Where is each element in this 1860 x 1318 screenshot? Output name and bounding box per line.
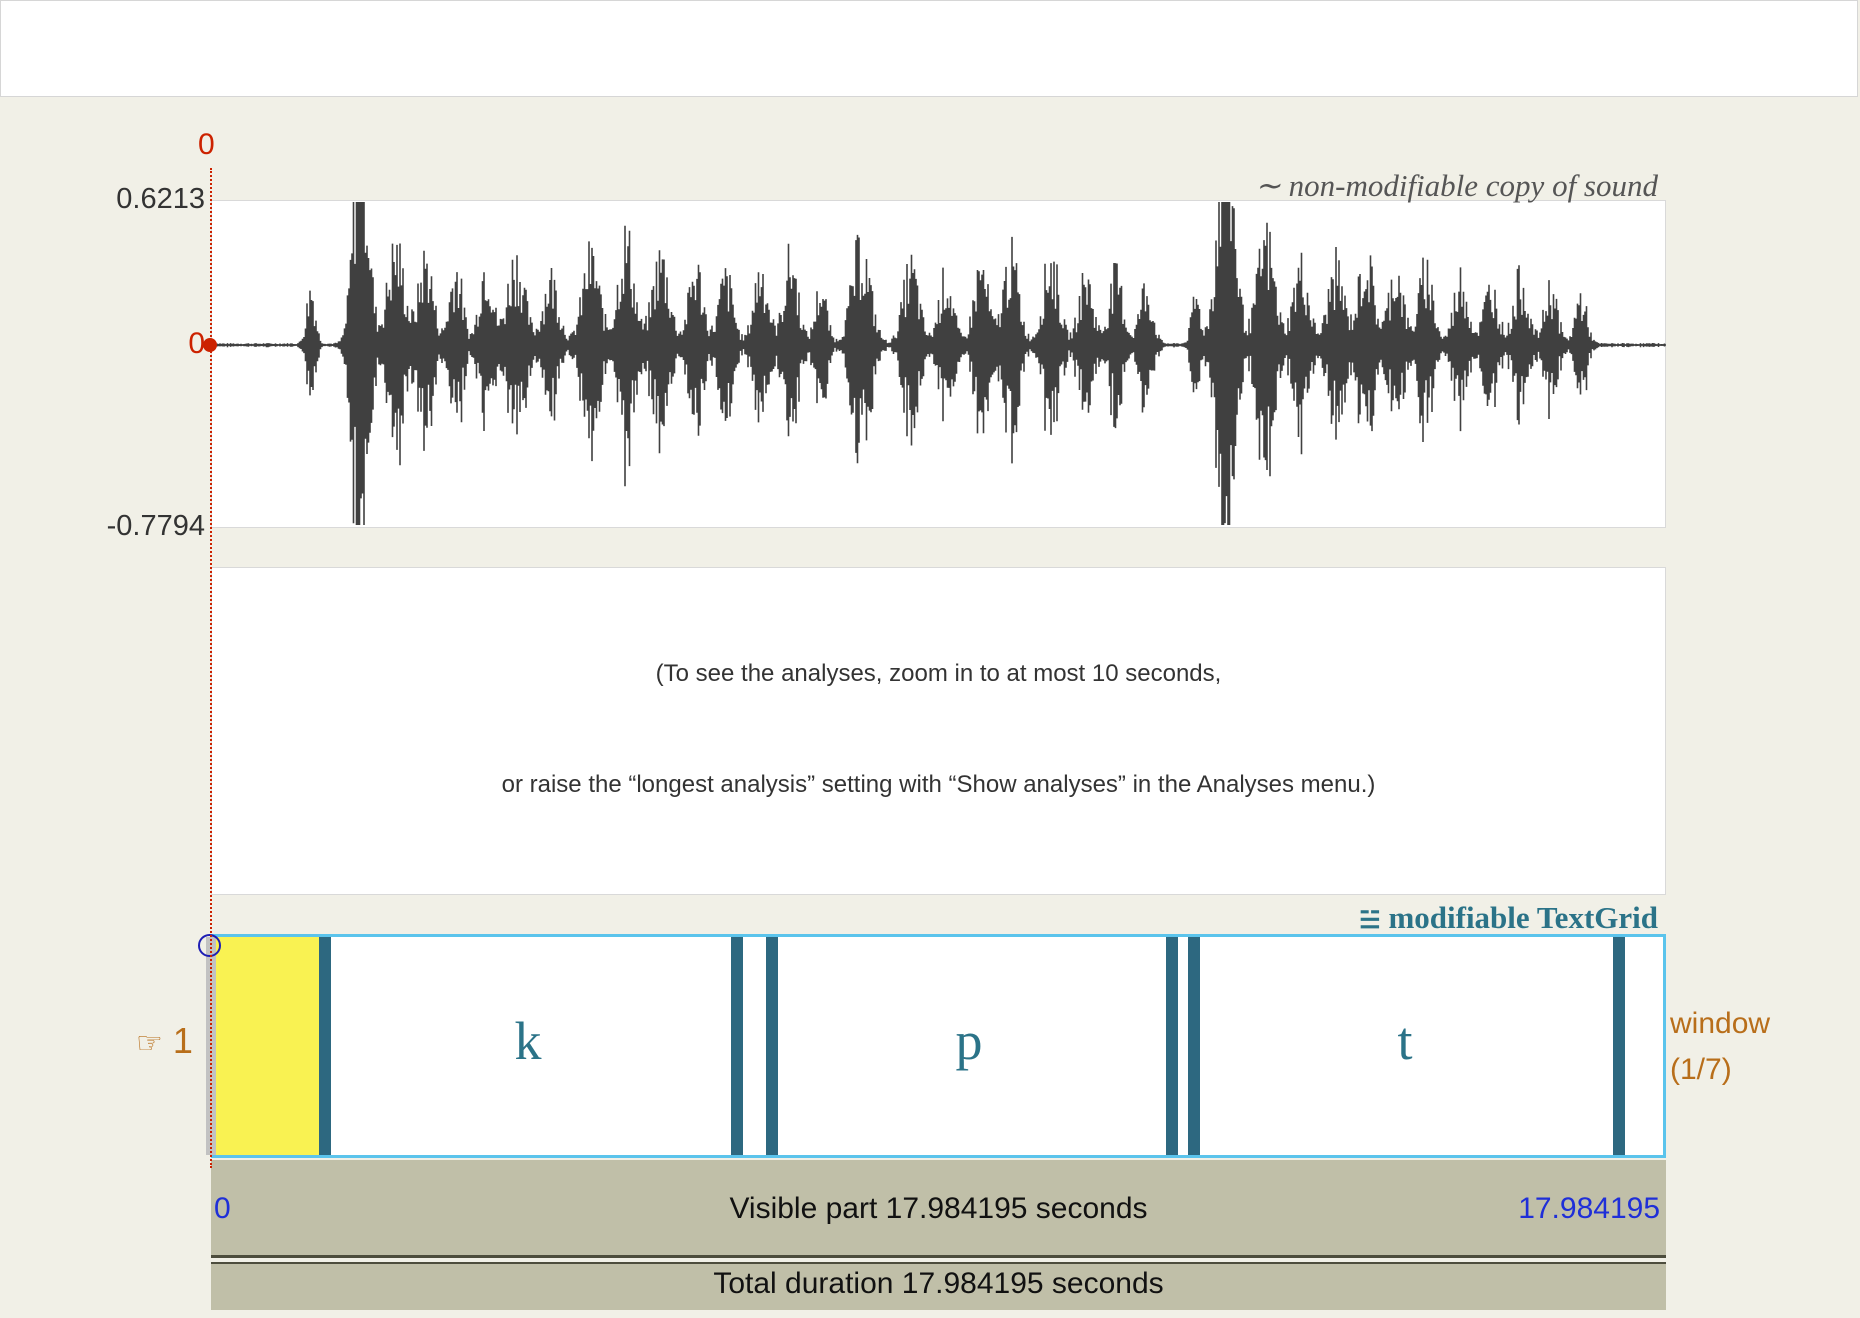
total-duration-label: Total duration 17.984195 seconds	[713, 1267, 1164, 1300]
interval-label-p[interactable]: p	[929, 1010, 1009, 1072]
tier-number-text: 1	[172, 1020, 193, 1061]
interval-boundary[interactable]	[766, 937, 778, 1155]
textgrid-lines-icon: ☱	[1359, 908, 1381, 934]
textgrid-title-text: modifiable TextGrid	[1388, 900, 1658, 935]
visible-part-label: Visible part 17.984195 seconds	[729, 1192, 1148, 1225]
amplitude-max-label: 0.6213	[116, 183, 205, 215]
waveform-trace	[211, 202, 1666, 525]
analysis-message-line1: (To see the analyses, zoom in to at most…	[655, 660, 1222, 687]
tier-name: window (1/7)	[1670, 1001, 1770, 1093]
interval-boundary[interactable]	[1166, 937, 1178, 1155]
tilde-icon: ∼	[1254, 168, 1281, 203]
pointing-hand-icon: ☞	[136, 1027, 163, 1060]
interval-label-k[interactable]: k	[488, 1010, 568, 1072]
top-toolbar-area	[0, 0, 1858, 97]
tier-name-line2: (1/7)	[1670, 1053, 1732, 1086]
interval-boundary[interactable]	[1613, 937, 1625, 1155]
interval-label-t[interactable]: t	[1365, 1010, 1445, 1072]
interval-boundary[interactable]	[731, 937, 743, 1155]
cursor-time-label: 0	[198, 128, 215, 161]
tier-number[interactable]: ☞ 1	[136, 1020, 193, 1062]
waveform-plot[interactable]	[211, 200, 1666, 528]
amplitude-min-label: -0.7794	[106, 510, 205, 542]
analysis-panel[interactable]	[211, 567, 1666, 895]
sound-title: ∼ non-modifiable copy of sound	[1255, 168, 1658, 204]
analysis-message-line2: or raise the “longest analysis” setting …	[501, 771, 1376, 798]
selected-interval[interactable]	[214, 937, 319, 1155]
interval-boundary[interactable]	[1188, 937, 1200, 1155]
cursor-zero-marker	[203, 338, 217, 352]
amplitude-zero-label: 0	[188, 327, 205, 360]
tier-name-line1: window	[1670, 1007, 1771, 1040]
textgrid-title: ☱ modifiable TextGrid	[1359, 900, 1658, 936]
visible-end-time: 17.984195	[1518, 1192, 1660, 1225]
sound-title-text: non-modifiable copy of sound	[1288, 168, 1658, 203]
time-cursor-line[interactable]	[210, 168, 212, 1168]
interval-boundary[interactable]	[319, 937, 331, 1155]
